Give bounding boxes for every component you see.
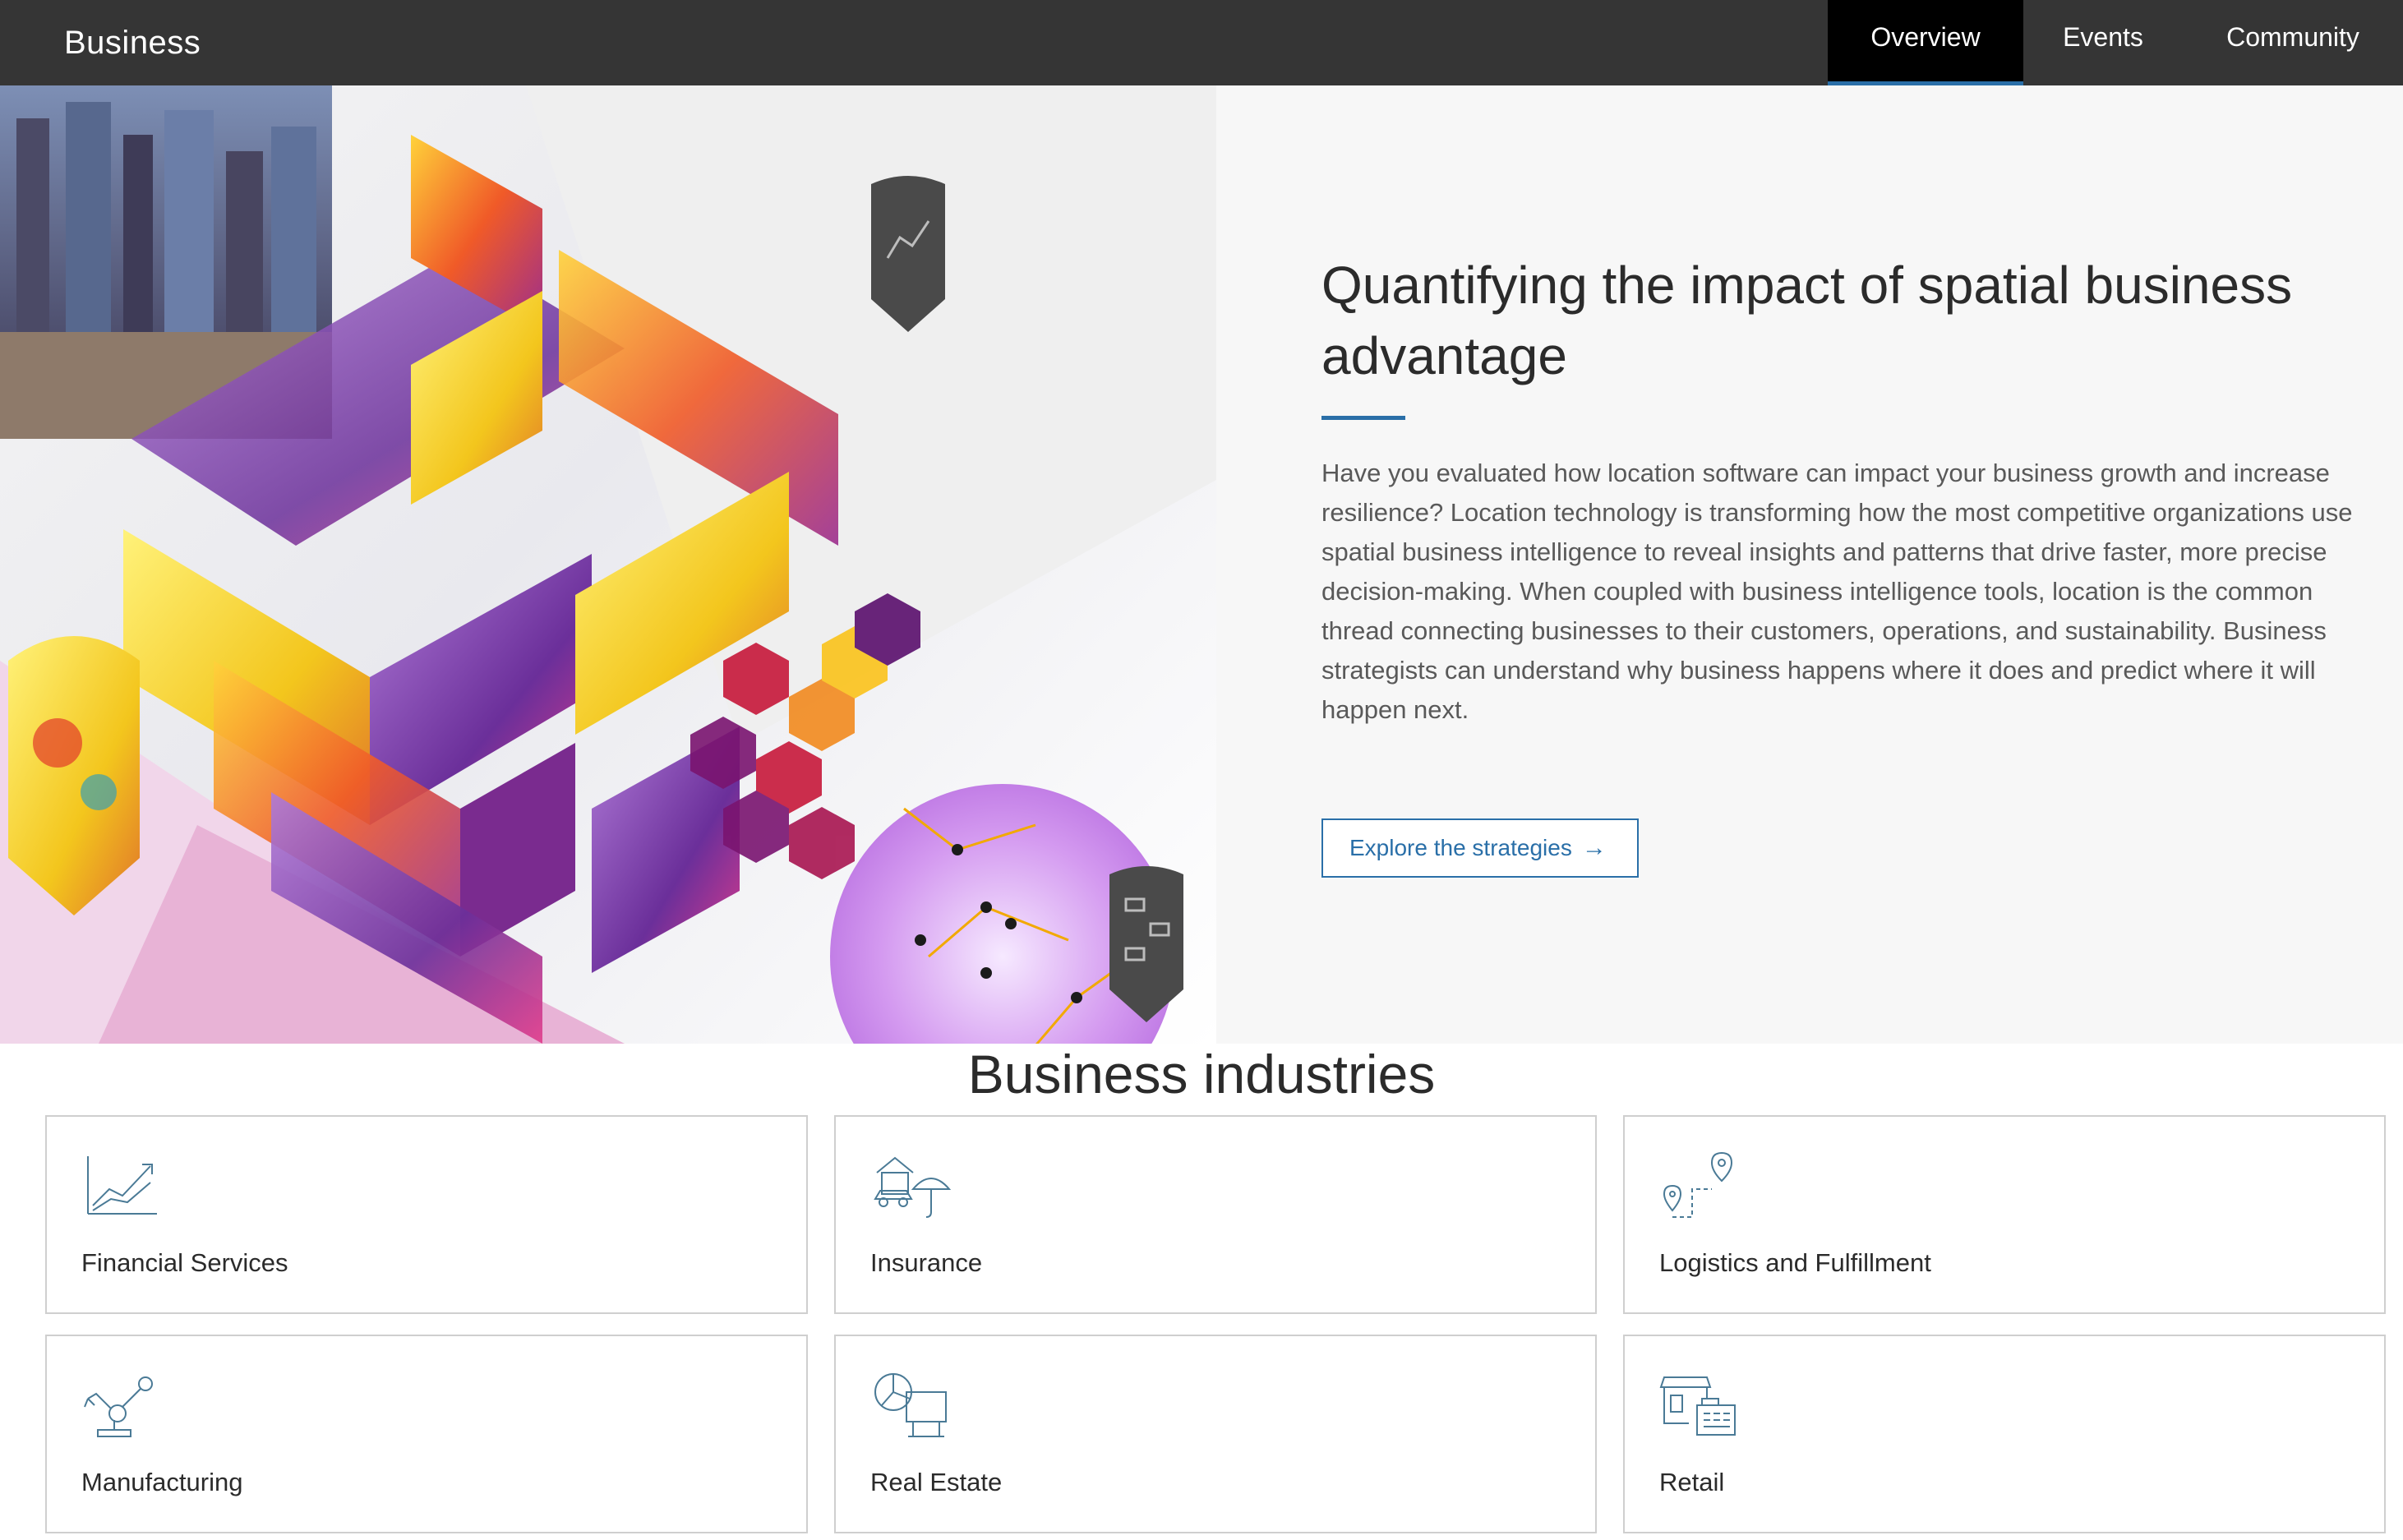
storefront-register-icon — [1659, 1376, 1736, 1436]
route-pins-icon — [1663, 1151, 1733, 1218]
line-chart-icon — [87, 1156, 157, 1215]
industry-card-logistics[interactable]: Logistics and Fulfillment — [1623, 1115, 2386, 1314]
hero-illustration — [0, 85, 1216, 1044]
isometric-map-artwork — [0, 85, 1216, 1044]
industry-label: Financial Services — [81, 1248, 288, 1277]
hero-title: Quantifying the impact of spatial busine… — [1321, 256, 2293, 385]
robotic-arm-icon — [84, 1376, 153, 1437]
industry-label: Real Estate — [870, 1468, 1003, 1496]
industry-label: Logistics and Fulfillment — [1659, 1248, 1931, 1277]
industries-heading: Business industries — [967, 1044, 1436, 1104]
explore-strategies-button[interactable]: Explore the strategies → — [1321, 818, 1639, 878]
house-car-umbrella-icon — [874, 1156, 952, 1218]
tab-community[interactable]: Community — [2183, 0, 2403, 85]
hero-description: Have you evaluated how location software… — [1321, 459, 2353, 724]
industry-card-real-estate[interactable]: Real Estate — [834, 1335, 1597, 1533]
chart-pin-icon — [871, 176, 945, 332]
tab-overview[interactable]: Overview — [1828, 0, 2023, 85]
nav-tabs: Overview Events Community — [1828, 0, 2403, 85]
tab-events[interactable]: Events — [2023, 0, 2183, 85]
arrow-right-icon: → — [1581, 834, 1607, 861]
industry-card-insurance[interactable]: Insurance — [834, 1115, 1597, 1314]
cta-label: Explore the strategies — [1349, 835, 1572, 860]
top-navigation-bar: Business Overview Events Community — [0, 0, 2403, 85]
industry-label: Manufacturing — [81, 1468, 243, 1496]
pie-chart-board-icon — [874, 1373, 947, 1437]
industry-card-retail[interactable]: Retail — [1623, 1335, 2386, 1533]
industry-card-manufacturing[interactable]: Manufacturing — [45, 1335, 808, 1533]
flowchart-pin-icon — [1109, 866, 1183, 1022]
site-brand-title[interactable]: Business — [64, 15, 201, 71]
industry-label: Insurance — [870, 1248, 983, 1277]
title-accent-rule — [1321, 416, 1405, 420]
hero-content-panel: Quantifying the impact of spatial busine… — [1216, 85, 2403, 1044]
industry-card-financial-services[interactable]: Financial Services — [45, 1115, 808, 1314]
industry-label: Retail — [1659, 1468, 1725, 1496]
